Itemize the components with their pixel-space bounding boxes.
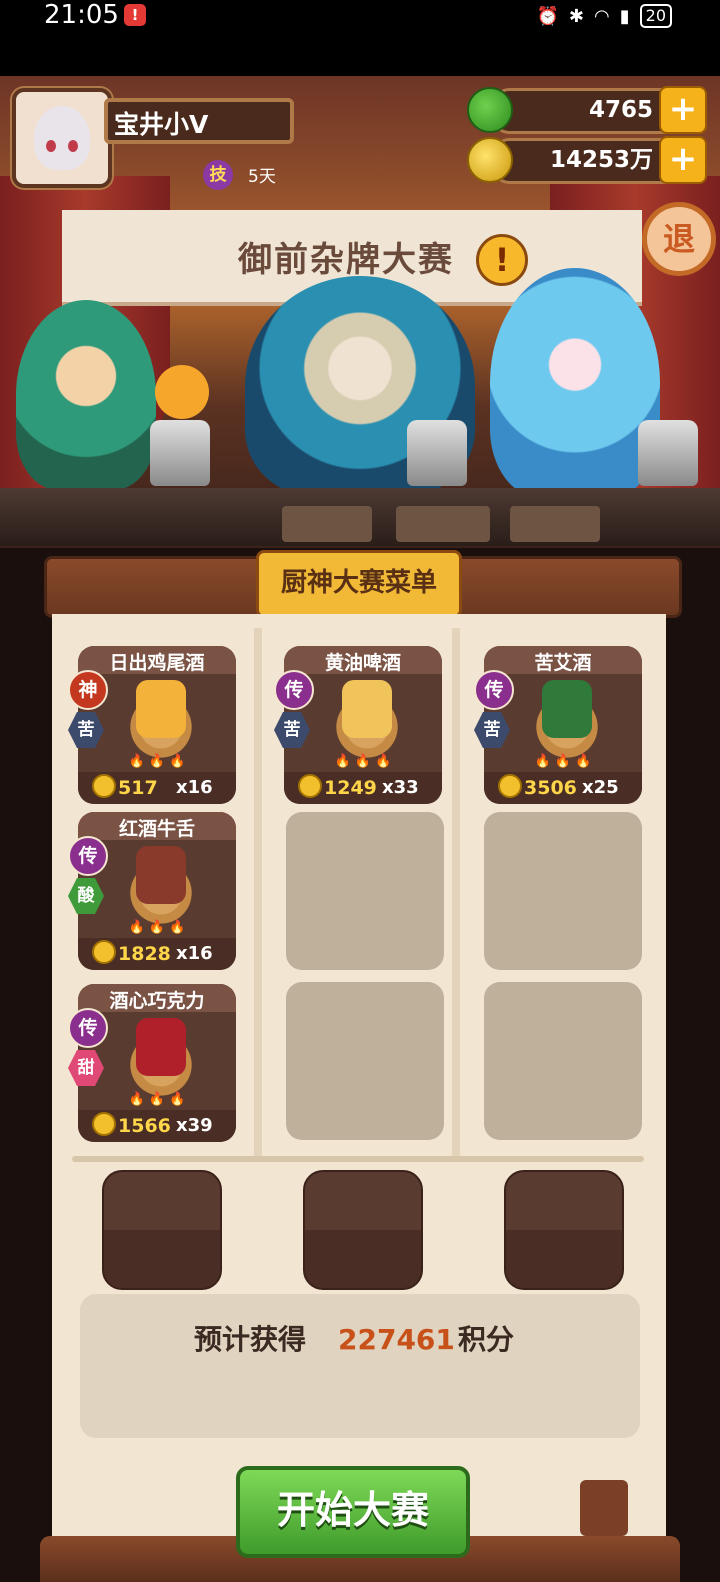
chef-slot[interactable] — [303, 1170, 423, 1290]
signal-icon: ▮ — [619, 5, 630, 27]
grade-badge: 传 — [474, 670, 514, 710]
empty-dish-slot[interactable] — [286, 982, 444, 1140]
coin-icon — [467, 137, 513, 183]
coin-count: 14253万 — [549, 147, 653, 173]
start-contest-button[interactable]: 开始大赛 — [236, 1466, 470, 1558]
skill-icon[interactable]: 技 — [203, 160, 233, 190]
moka-pot-icon — [638, 420, 698, 486]
moka-pot-icon — [407, 420, 467, 486]
dish-card[interactable]: 黄油啤酒 传 苦 🔥🔥🔥 1249 x33 — [274, 646, 442, 804]
dish-quantity: x39 — [176, 1115, 213, 1136]
status-time: 21:05 — [44, 0, 119, 30]
dish-price: 1566 — [118, 1115, 171, 1137]
dish-quantity: x16 — [176, 943, 213, 964]
dish-name: 酒心巧克力 — [109, 990, 205, 1012]
dish-card[interactable]: 酒心巧克力 传 甜 🔥🔥🔥 1566 x39 — [68, 984, 236, 1142]
exit-button[interactable]: 退 — [642, 202, 716, 276]
dish-price: 3506 — [524, 777, 577, 799]
score-value: 227461 — [338, 1323, 455, 1356]
alert-icon[interactable]: ! — [476, 234, 528, 286]
grade-badge: 传 — [68, 1008, 108, 1048]
counter-decoration — [396, 506, 490, 542]
dish-quantity: x33 — [382, 777, 419, 798]
score-unit: 积分 — [458, 1323, 515, 1356]
chocolate-icon — [136, 1018, 186, 1076]
flame-icons: 🔥🔥🔥 — [128, 920, 190, 935]
martini-glass-icon — [542, 680, 592, 738]
avatar-eye-right — [68, 140, 78, 152]
chef-slot[interactable] — [504, 1170, 624, 1290]
dish-name: 苦艾酒 — [534, 652, 592, 674]
cocktail-icon — [136, 680, 186, 738]
grade-badge: 传 — [274, 670, 314, 710]
status-icons: ⏰ ✱ ◠ ▮ 20 — [536, 4, 672, 28]
status-bar: 21:05 ! ⏰ ✱ ◠ ▮ 20 — [0, 0, 720, 76]
wifi-icon: ◠ — [594, 5, 610, 27]
counter-decoration — [282, 506, 372, 542]
dish-price: 1828 — [118, 943, 171, 965]
coin-icon — [92, 940, 116, 964]
battery-icon: 20 — [639, 4, 672, 28]
flame-icons: 🔥🔥🔥 — [128, 754, 190, 769]
score-label: 预计获得 — [194, 1323, 307, 1356]
dish-price: 517 — [118, 777, 158, 799]
column-divider — [452, 628, 460, 1156]
character-left — [16, 300, 156, 490]
grade-badge: 传 — [68, 836, 108, 876]
notification-badge-icon: ! — [124, 4, 146, 26]
skill-days: 5天 — [248, 167, 276, 187]
add-coins-button[interactable]: + — [659, 136, 707, 184]
beer-mug-icon — [342, 680, 392, 738]
chef-slot[interactable] — [102, 1170, 222, 1290]
avatar-face-icon — [34, 106, 90, 170]
player-avatar[interactable] — [12, 88, 112, 188]
coin-icon — [92, 774, 116, 798]
empty-dish-slot[interactable] — [286, 812, 444, 970]
flame-icons: 🔥🔥🔥 — [534, 754, 596, 769]
menu-title: 厨神大赛菜单 — [256, 550, 462, 618]
apple-currency: 4765 + — [467, 86, 707, 134]
coin-currency: 14253万 + — [467, 136, 707, 184]
bluetooth-icon: ✱ — [568, 5, 585, 27]
empty-dish-slot[interactable] — [484, 812, 642, 970]
moka-pot-icon — [150, 420, 210, 486]
apple-icon — [467, 87, 513, 133]
dish-quantity: x25 — [582, 777, 619, 798]
score-box — [80, 1294, 640, 1438]
beef-tongue-icon — [136, 846, 186, 904]
dish-name: 日出鸡尾酒 — [109, 652, 205, 674]
dish-price: 1249 — [324, 777, 377, 799]
banner-title: 御前杂牌大赛 — [238, 240, 454, 280]
coin-icon — [298, 774, 322, 798]
dish-name: 黄油啤酒 — [324, 652, 401, 674]
alarm-icon: ⏰ — [536, 5, 559, 27]
flame-icons: 🔥🔥🔥 — [128, 1092, 190, 1107]
pig-pet-icon — [155, 365, 209, 419]
grade-badge: 神 — [68, 670, 108, 710]
character-right — [490, 268, 660, 498]
apple-count: 4765 — [588, 97, 653, 123]
counter-decoration — [510, 506, 600, 542]
row-divider — [72, 1156, 644, 1162]
dish-card[interactable]: 日出鸡尾酒 神 苦 🔥🔥🔥 517 x16 — [68, 646, 236, 804]
knife-block-icon — [580, 1480, 628, 1536]
empty-dish-slot[interactable] — [484, 982, 642, 1140]
add-apples-button[interactable]: + — [659, 86, 707, 134]
coin-icon — [498, 774, 522, 798]
avatar-eye-left — [46, 140, 56, 152]
dish-quantity: x16 — [176, 777, 213, 798]
dish-name: 红酒牛舌 — [118, 818, 195, 840]
dish-card[interactable]: 苦艾酒 传 苦 🔥🔥🔥 3506 x25 — [474, 646, 642, 804]
coin-icon — [92, 1112, 116, 1136]
player-name: 宝井小V — [104, 98, 294, 144]
dish-card[interactable]: 红酒牛舌 传 酸 🔥🔥🔥 1828 x16 — [68, 812, 236, 970]
flame-icons: 🔥🔥🔥 — [334, 754, 396, 769]
column-divider — [254, 628, 262, 1156]
